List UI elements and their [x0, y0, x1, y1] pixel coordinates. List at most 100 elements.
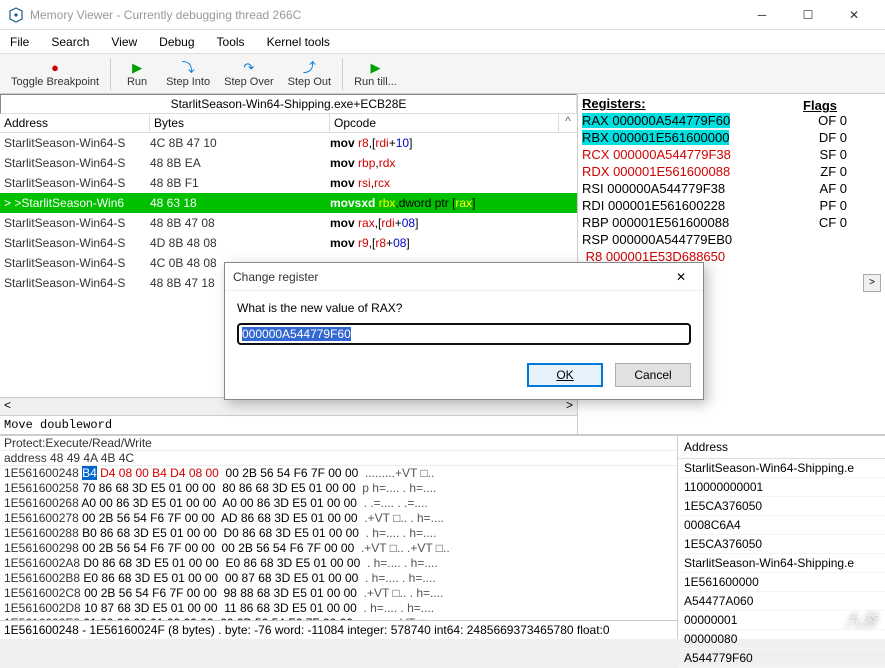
flags-title: Flags [803, 98, 837, 113]
register-row[interactable]: RSP 000000A544779EB0 [582, 232, 881, 249]
register-row[interactable]: RAX 000000A544779F60OF 0 [582, 113, 881, 130]
hex-row[interactable]: 1E5616002A8 D0 86 68 3D E5 01 00 00 E0 8… [0, 556, 677, 571]
minimize-button[interactable]: ─ [739, 0, 785, 30]
instruction-info: Move doubleword [0, 415, 577, 434]
toggle-breakpoint-button[interactable]: ● Toggle Breakpoint [4, 56, 106, 92]
row-address: > >StarlitSeason-Win6 [0, 196, 150, 210]
step-over-button[interactable]: ↷ Step Over [217, 56, 281, 92]
hex-row[interactable]: 1E5616002D8 10 87 68 3D E5 01 00 00 11 8… [0, 601, 677, 616]
row-bytes: 48 8B EA [150, 156, 330, 170]
run-till-button[interactable]: ▶ Run till... [347, 56, 404, 92]
row-address: StarlitSeason-Win64-S [0, 236, 150, 250]
address-list-item[interactable]: 00000001 [678, 611, 885, 630]
window-title: Memory Viewer - Currently debugging thre… [30, 8, 739, 22]
disasm-row[interactable]: StarlitSeason-Win64-S4C 8B 47 10mov r8,[… [0, 133, 577, 153]
flag-sf: SF 0 [820, 147, 847, 162]
hex-row[interactable]: 1E561600278 00 2B 56 54 F6 7F 00 00 AD 8… [0, 511, 677, 526]
disasm-row[interactable]: StarlitSeason-Win64-S48 8B 47 08mov rax,… [0, 213, 577, 233]
hex-status-bar: 1E561600248 - 1E56160024F (8 bytes) . by… [0, 620, 677, 639]
register-row[interactable]: RDX 000001E561600088ZF 0 [582, 164, 881, 181]
dialog-close-button[interactable]: ✕ [667, 263, 695, 291]
play-icon: ▶ [370, 60, 380, 76]
step-into-button[interactable]: ⤵ Step Into [159, 56, 217, 92]
toolbar: ● Toggle Breakpoint ▶ Run ⤵ Step Into ↷ … [0, 54, 885, 94]
disasm-row[interactable]: StarlitSeason-Win64-S48 8B F1mov rsi,rcx [0, 173, 577, 193]
ok-button[interactable]: OK [527, 363, 603, 387]
maximize-button[interactable]: ☐ [785, 0, 831, 30]
register-row[interactable]: RCX 000000A544779F38SF 0 [582, 147, 881, 164]
row-opcode: mov r8,[rdi+10] [330, 136, 577, 150]
address-list-item[interactable]: 1E5CA376050 [678, 535, 885, 554]
step-out-icon: ⤴ [303, 60, 316, 76]
disasm-row[interactable]: StarlitSeason-Win64-S48 8B EAmov rbp,rdx [0, 153, 577, 173]
row-bytes: 4D 8B 48 08 [150, 236, 330, 250]
row-opcode: mov rbp,rdx [330, 156, 577, 170]
address-list-item[interactable]: 1E5CA376050 [678, 497, 885, 516]
scroll-up-icon[interactable]: ^ [559, 114, 577, 132]
register-row[interactable]: RBP 000001E561600088CF 0 [582, 215, 881, 232]
row-opcode: mov r9,[r8+08] [330, 236, 577, 250]
hex-row[interactable]: 1E561600298 00 2B 56 54 F6 7F 00 00 00 2… [0, 541, 677, 556]
hex-column-header: address 48 49 4A 4B 4C [0, 451, 677, 466]
play-icon: ▶ [132, 60, 142, 76]
row-address: StarlitSeason-Win64-S [0, 136, 150, 150]
hex-row[interactable]: 1E561600258 70 86 68 3D E5 01 00 00 80 8… [0, 481, 677, 496]
address-list-item[interactable]: StarlitSeason-Win64-Shipping.e [678, 459, 885, 478]
flag-df: DF 0 [819, 130, 847, 145]
register-row[interactable]: RDI 000001E561600228PF 0 [582, 198, 881, 215]
row-bytes: 4C 8B 47 10 [150, 136, 330, 150]
run-button[interactable]: ▶ Run [115, 56, 159, 92]
flag-zf: ZF 0 [820, 164, 847, 179]
disasm-row[interactable]: StarlitSeason-Win64-S4D 8B 48 08mov r9,[… [0, 233, 577, 253]
row-bytes: 48 63 18 [150, 196, 330, 210]
step-into-icon: ⤵ [182, 60, 195, 76]
separator [110, 58, 111, 90]
breakpoint-icon: ● [51, 60, 59, 76]
address-list-panel: Address StarlitSeason-Win64-Shipping.e11… [677, 436, 885, 639]
scroll-right-button[interactable]: > [863, 274, 881, 292]
step-out-button[interactable]: ⤴ Step Out [281, 56, 338, 92]
address-list-item[interactable]: 00000080 [678, 630, 885, 649]
row-address: StarlitSeason-Win64-S [0, 156, 150, 170]
registers-title: Registers: [582, 96, 646, 111]
close-button[interactable]: ✕ [831, 0, 877, 30]
cancel-button[interactable]: Cancel [615, 363, 691, 387]
menu-kernel-tools[interactable]: Kernel tools [263, 33, 334, 51]
hex-row[interactable]: 1E561600268 A0 00 86 3D E5 01 00 00 A0 0… [0, 496, 677, 511]
register-row[interactable]: RBX 000001E561600000DF 0 [582, 130, 881, 147]
hex-dump-panel: Protect:Execute/Read/Write address 48 49… [0, 436, 677, 639]
disasm-row[interactable]: > >StarlitSeason-Win648 63 18movsxd rbx,… [0, 193, 577, 213]
address-list-item[interactable]: A54477A060 [678, 592, 885, 611]
hex-protect-line: Protect:Execute/Read/Write [0, 436, 677, 451]
row-address: StarlitSeason-Win64-S [0, 216, 150, 230]
menu-view[interactable]: View [107, 33, 141, 51]
address-list-item[interactable]: A544779F60 [678, 649, 885, 668]
hex-row[interactable]: 1E561600288 B0 86 68 3D E5 01 00 00 D0 8… [0, 526, 677, 541]
row-opcode: mov rax,[rdi+08] [330, 216, 577, 230]
change-register-dialog: Change register ✕ What is the new value … [224, 262, 704, 400]
address-list-item[interactable]: 0008C6A4 [678, 516, 885, 535]
address-list-item[interactable]: StarlitSeason-Win64-Shipping.e [678, 554, 885, 573]
menu-debug[interactable]: Debug [155, 33, 198, 51]
address-list-item[interactable]: 110000000001 [678, 478, 885, 497]
row-address: StarlitSeason-Win64-S [0, 176, 150, 190]
hex-row[interactable]: 1E5616002B8 E0 86 68 3D E5 01 00 00 00 8… [0, 571, 677, 586]
address-list-item[interactable]: 1E561600000 [678, 573, 885, 592]
separator [342, 58, 343, 90]
step-over-icon: ↷ [243, 60, 254, 76]
register-value-input[interactable] [237, 323, 691, 345]
menu-search[interactable]: Search [47, 33, 93, 51]
hex-row[interactable]: 1E5616002C8 00 2B 56 54 F6 7F 00 00 98 8… [0, 586, 677, 601]
col-opcode[interactable]: Opcode [330, 114, 559, 132]
col-address[interactable]: Address [0, 114, 150, 132]
address-list-header[interactable]: Address [678, 436, 885, 459]
hex-row[interactable]: 1E561600248 B4 D4 08 00 B4 D4 08 00 00 2… [0, 466, 677, 481]
menu-tools[interactable]: Tools [213, 33, 249, 51]
disasm-header: Address Bytes Opcode ^ [0, 114, 577, 133]
row-opcode: movsxd rbx,dword ptr [rax] [330, 196, 577, 210]
register-row[interactable]: RSI 000000A544779F38AF 0 [582, 181, 881, 198]
flag-cf: CF 0 [819, 215, 847, 230]
menu-file[interactable]: File [6, 33, 33, 51]
dialog-title: Change register [233, 270, 667, 284]
col-bytes[interactable]: Bytes [150, 114, 330, 132]
